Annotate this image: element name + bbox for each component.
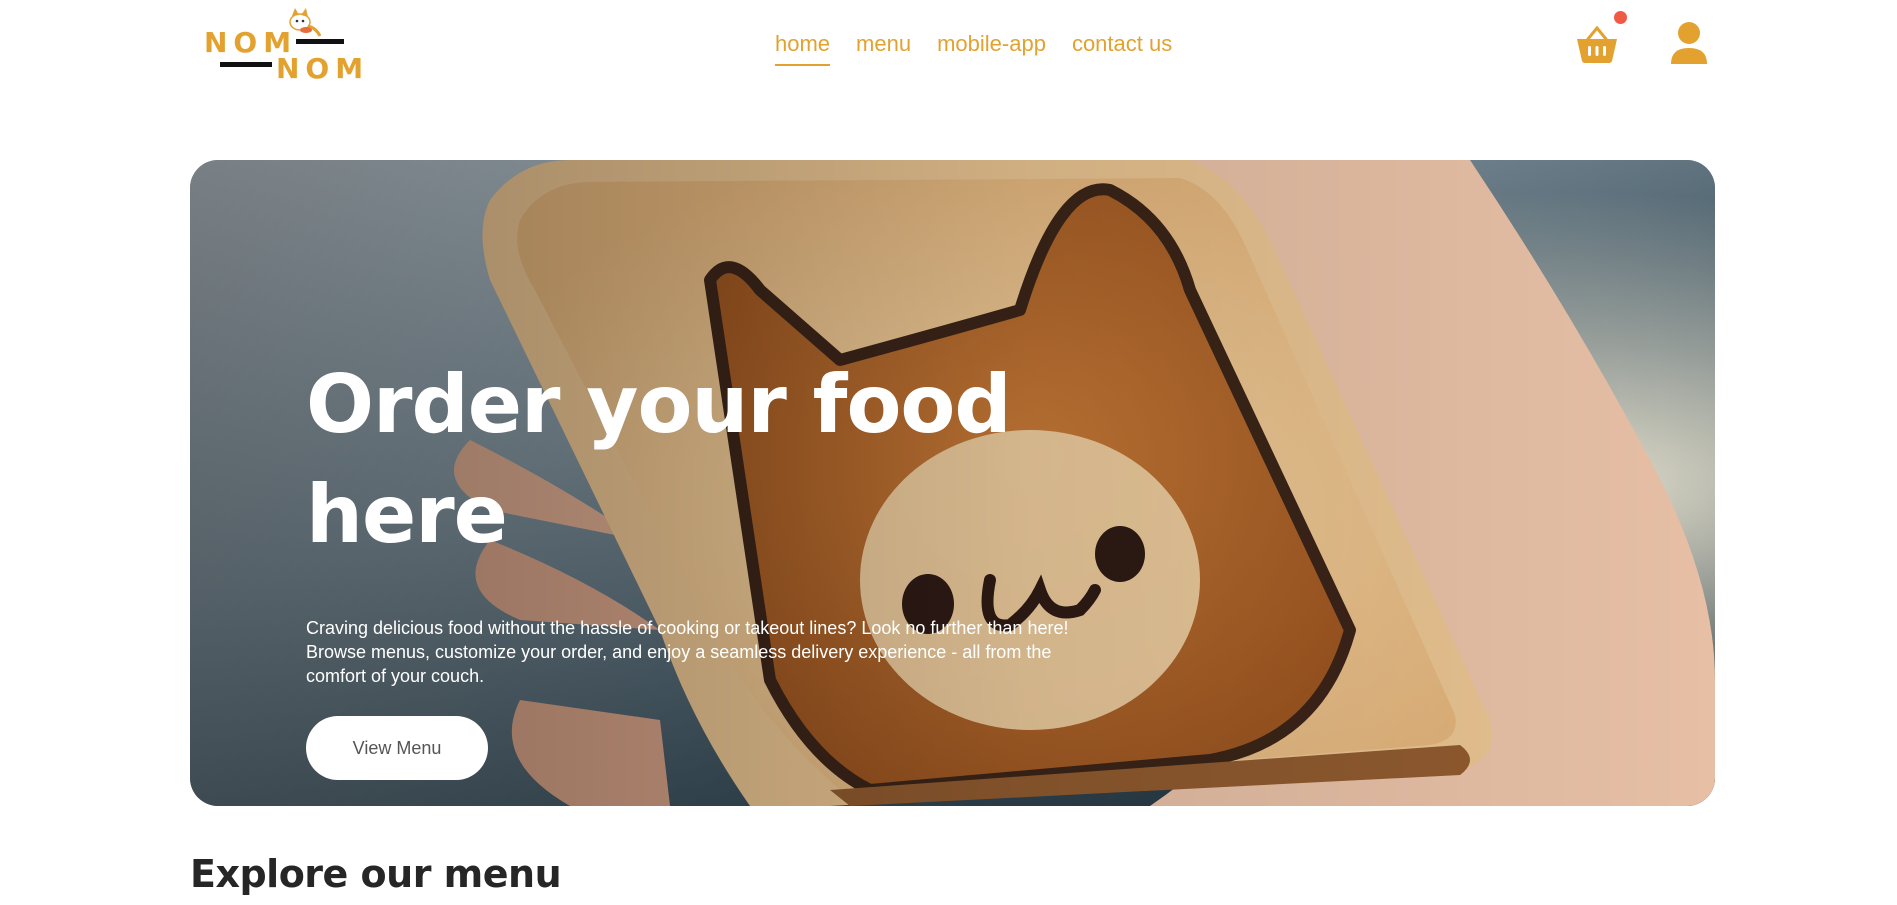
nav-item-home[interactable]: home — [775, 30, 831, 66]
nav-item-contact-us[interactable]: contact us — [1072, 30, 1172, 66]
logo[interactable]: NOM NOM — [200, 6, 370, 84]
profile-icon[interactable] — [1669, 20, 1709, 66]
explore-menu-title: Explore our menu — [190, 852, 562, 896]
nav-item-mobile-app[interactable]: mobile-app — [937, 30, 1046, 66]
cart-notification-dot — [1614, 11, 1627, 24]
view-menu-button[interactable]: View Menu — [306, 716, 488, 780]
navbar: NOM NOM home menu mobile-app contact us — [0, 0, 1897, 90]
logo-text-bottom: NOM — [276, 52, 369, 84]
hero-title: Order your food here — [306, 350, 1096, 570]
hero-content: Order your food here Craving delicious f… — [306, 350, 1096, 780]
logo-mark: NOM NOM — [204, 8, 369, 84]
basket-icon[interactable] — [1575, 24, 1619, 64]
nav-menu: home menu mobile-app contact us — [775, 30, 1172, 66]
hero-title-line2: here — [306, 468, 508, 561]
nav-item-menu[interactable]: menu — [856, 30, 911, 66]
hero-banner: Order your food here Craving delicious f… — [190, 160, 1715, 806]
hero-title-line1: Order your food — [306, 358, 1012, 451]
hero-description: Craving delicious food without the hassl… — [306, 618, 1069, 686]
